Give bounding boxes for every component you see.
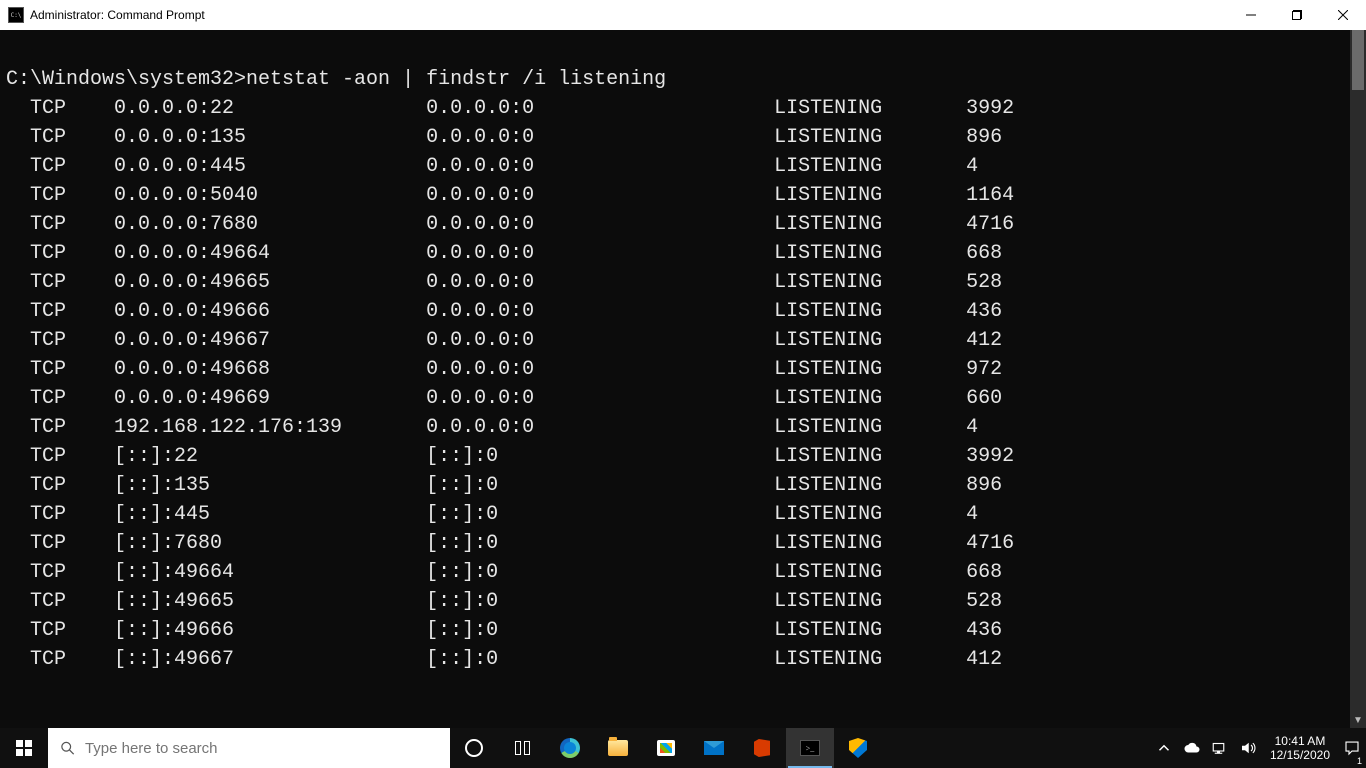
maximize-button[interactable]	[1274, 0, 1320, 30]
mail-icon	[704, 741, 724, 755]
cloud-icon	[1183, 739, 1201, 757]
clock-time: 10:41 AM	[1270, 734, 1330, 748]
terminal-area[interactable]: C:\Windows\system32>netstat -aon | finds…	[0, 30, 1366, 728]
office-button[interactable]	[738, 728, 786, 768]
edge-button[interactable]	[546, 728, 594, 768]
search-input[interactable]	[85, 728, 438, 768]
file-explorer-button[interactable]	[594, 728, 642, 768]
notification-icon	[1343, 739, 1361, 757]
cmd-icon	[800, 740, 820, 756]
edge-icon	[560, 738, 580, 758]
window-title: Administrator: Command Prompt	[30, 8, 205, 22]
taskbar-pinned-apps	[450, 728, 882, 768]
store-icon	[657, 740, 675, 756]
command-prompt-taskbar-button[interactable]	[786, 728, 834, 768]
cmd-app-icon	[8, 7, 24, 23]
mail-button[interactable]	[690, 728, 738, 768]
scroll-down-arrow-icon[interactable]: ▼	[1350, 712, 1366, 728]
search-icon	[60, 740, 75, 756]
action-center-button[interactable]: 1	[1338, 728, 1366, 768]
chevron-up-icon	[1155, 739, 1173, 757]
close-button[interactable]	[1320, 0, 1366, 30]
terminal-output[interactable]: C:\Windows\system32>netstat -aon | finds…	[0, 30, 1350, 728]
notification-badge: 1	[1357, 756, 1362, 766]
office-icon	[754, 739, 770, 757]
scrollbar-thumb[interactable]	[1352, 30, 1364, 90]
network-icon	[1211, 739, 1229, 757]
start-button[interactable]	[0, 728, 48, 768]
security-button[interactable]	[834, 728, 882, 768]
folder-icon	[608, 740, 628, 756]
task-view-button[interactable]	[498, 728, 546, 768]
speaker-icon	[1239, 739, 1257, 757]
microsoft-store-button[interactable]	[642, 728, 690, 768]
task-view-icon	[515, 741, 530, 755]
terminal-scrollbar[interactable]: ▲ ▼	[1350, 30, 1366, 728]
window-titlebar: Administrator: Command Prompt	[0, 0, 1366, 30]
taskbar-search[interactable]	[48, 728, 450, 768]
cortana-icon	[465, 739, 483, 757]
shield-icon	[849, 738, 867, 758]
taskbar: 10:41 AM 12/15/2020 1	[0, 728, 1366, 768]
cortana-button[interactable]	[450, 728, 498, 768]
onedrive-tray-button[interactable]	[1178, 728, 1206, 768]
tray-overflow-button[interactable]	[1150, 728, 1178, 768]
clock-date: 12/15/2020	[1270, 748, 1330, 762]
taskbar-clock[interactable]: 10:41 AM 12/15/2020	[1262, 734, 1338, 763]
system-tray: 10:41 AM 12/15/2020 1	[1150, 728, 1366, 768]
minimize-button[interactable]	[1228, 0, 1274, 30]
volume-tray-button[interactable]	[1234, 728, 1262, 768]
network-tray-button[interactable]	[1206, 728, 1234, 768]
